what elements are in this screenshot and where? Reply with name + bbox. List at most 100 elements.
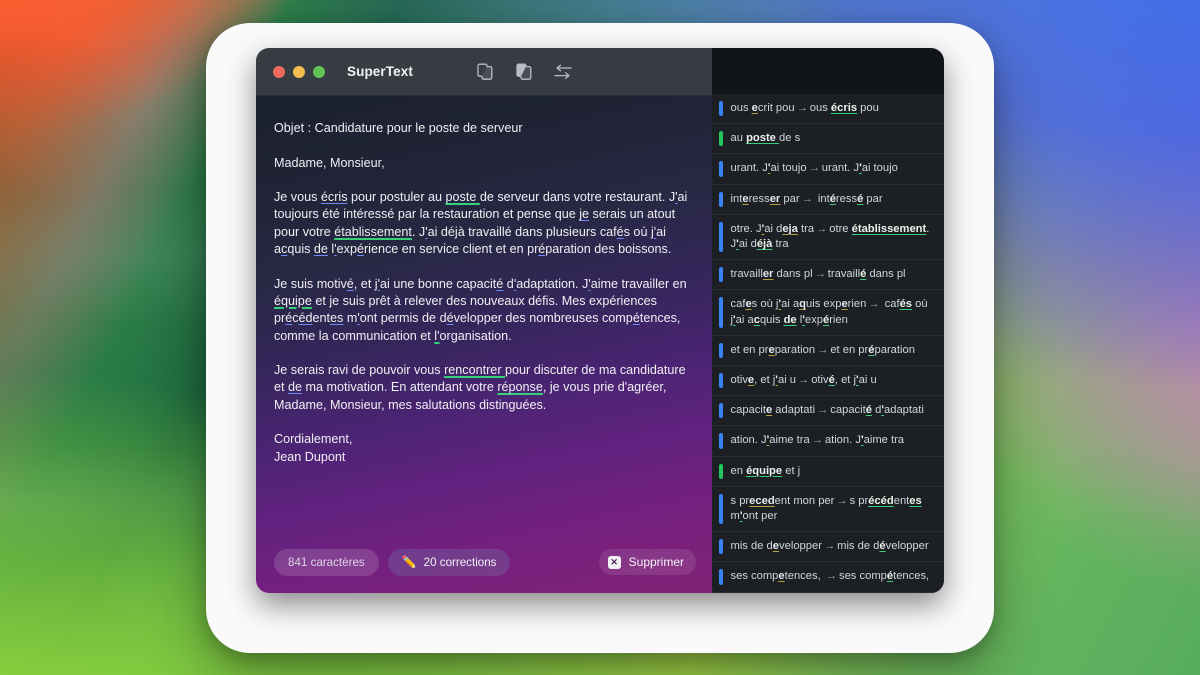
- swap-arrows-icon[interactable]: [552, 61, 574, 83]
- text-run: ma motivation. En attendant votre: [302, 380, 498, 395]
- text-run: rience en service client et en pr: [363, 242, 539, 257]
- correction-type-indicator: [719, 191, 723, 207]
- document-text[interactable]: Objet : Candidature pour le poste de ser…: [274, 120, 690, 466]
- delete-button[interactable]: ✕ Supprimer: [598, 549, 696, 575]
- context-text: capacit: [730, 404, 766, 417]
- window-titlebar[interactable]: SuperText: [256, 48, 712, 96]
- text-run: organisation.: [439, 328, 512, 343]
- context-text: au: [730, 132, 747, 145]
- correction-mark[interactable]: de: [314, 242, 328, 256]
- correction-row[interactable]: en équipe et j: [712, 456, 944, 487]
- char-count-badge: 841 caractères: [274, 548, 379, 576]
- corrections-count-label: 20 corrections: [423, 555, 497, 569]
- context-text: travaill: [730, 268, 763, 281]
- correction-mark[interactable]: réponse: [497, 380, 543, 394]
- correction-row[interactable]: au poste de s: [712, 124, 944, 155]
- correction-mark[interactable]: é: [633, 311, 640, 325]
- correction-mark[interactable]: je: [579, 207, 589, 221]
- arrow-icon: →: [814, 268, 826, 281]
- supertext-window: SuperText Objet: Candidature pour le po…: [256, 48, 944, 593]
- arrow-icon: →: [796, 102, 808, 114]
- text-run: pour postuler au: [347, 190, 446, 205]
- correction-type-indicator: [719, 267, 723, 283]
- context-text: adaptati: [884, 404, 924, 417]
- text-run: Cordialement,: [274, 432, 353, 447]
- context-text: velopper: [885, 540, 929, 553]
- context-text: caf: [881, 298, 900, 311]
- context-text: ai d: [764, 222, 783, 235]
- correction-row[interactable]: mis de developper → mis de développer: [712, 532, 944, 563]
- arrow-icon: →: [823, 540, 836, 553]
- context-text: crit pou: [757, 102, 795, 114]
- copy-corrected-icon[interactable]: [513, 61, 535, 83]
- context-text: aime tra: [769, 434, 810, 447]
- correction-mark[interactable]: é: [447, 311, 454, 325]
- correction-row[interactable]: s precedent mon per → s précédentes m'ont …: [712, 486, 944, 533]
- correction-type-indicator: [719, 373, 723, 389]
- correction-mark[interactable]: rencontrer: [444, 363, 505, 377]
- context-text: ont per: [742, 510, 778, 523]
- correction-text: au poste de s: [731, 131, 801, 146]
- correction-mark[interactable]: poste: [446, 190, 480, 204]
- correction-row[interactable]: ous ecrit pou → ous écris pou: [712, 94, 944, 125]
- correction-mark[interactable]: é: [347, 277, 354, 291]
- context-text: urant. J: [730, 162, 768, 175]
- correction-mark[interactable]: écris: [321, 190, 348, 204]
- titlebar-actions: [474, 48, 574, 96]
- context-text: s pr: [730, 494, 750, 507]
- text-run: Je vous: [274, 190, 321, 205]
- context-text: par: [863, 192, 883, 205]
- correction-row[interactable]: capacite adaptati → capacité d'adaptati: [712, 396, 944, 427]
- context-text: m: [730, 510, 740, 523]
- context-text: rien: [847, 298, 867, 311]
- context-text: , et j: [754, 374, 776, 387]
- context-text: mis de d: [837, 540, 880, 553]
- correction-row[interactable]: et en preparation → et en préparation: [712, 335, 944, 367]
- context-text: , et j: [834, 374, 856, 387]
- correction-mark[interactable]: équipe: [274, 294, 312, 308]
- context-text: adaptati: [772, 404, 816, 417]
- correction-row[interactable]: ation. J'aime tra → ation. J'aime tra: [712, 426, 944, 457]
- text-run: pr: [274, 311, 286, 326]
- correction-text: s precedent mon per → s précédentes m'ont …: [731, 494, 935, 524]
- close-button[interactable]: [273, 65, 285, 78]
- maximize-button[interactable]: [313, 65, 325, 78]
- original-word: ec: [749, 494, 762, 507]
- correction-type-indicator: [719, 463, 723, 479]
- correction-row[interactable]: otre. J'ai deja tra → otre établissement. …: [712, 214, 944, 261]
- corrected-word: établissement: [851, 222, 927, 235]
- minimize-button[interactable]: [293, 65, 305, 78]
- original-word: eja: [782, 222, 798, 235]
- correction-mark[interactable]: éd: [299, 311, 313, 325]
- context-text: ai a: [735, 313, 754, 326]
- context-text: paration: [874, 343, 915, 356]
- correction-type-indicator: [719, 569, 723, 585]
- correction-row[interactable]: cafes où j'ai aquis experien → cafés où j…: [712, 290, 944, 336]
- correction-mark[interactable]: es: [330, 311, 343, 325]
- context-text: ous: [730, 102, 752, 114]
- context-text: ai toujo: [770, 162, 807, 175]
- text-editor-area[interactable]: Objet : Candidature pour le poste de ser…: [256, 96, 712, 593]
- corrections-list[interactable]: ous ecrit pou → ous écris pou au poste de …: [712, 94, 944, 593]
- correction-row[interactable]: interesser par → intéressé par: [712, 184, 944, 215]
- correction-mark[interactable]: de: [288, 380, 302, 394]
- arrow-icon: →: [816, 222, 828, 235]
- copy-original-icon[interactable]: [474, 61, 496, 83]
- correction-mark[interactable]: é: [617, 225, 624, 239]
- correction-mark[interactable]: établissement: [334, 225, 412, 239]
- pencil-icon: ✏️: [401, 555, 417, 569]
- correction-mark[interactable]: é: [357, 242, 364, 256]
- corrections-count-badge[interactable]: ✏️ 20 corrections: [387, 548, 511, 576]
- text-run: paration des boissons.: [545, 242, 672, 257]
- correction-row[interactable]: otive, et j'ai u → otivé, et j'ai u: [712, 366, 944, 397]
- correction-row[interactable]: travailler dans pl → travaillé dans pl: [712, 260, 944, 291]
- text-run: ne bonne capacit: [400, 276, 497, 291]
- correction-row[interactable]: ses competences, → ses compétences,: [712, 562, 944, 593]
- text-run: quis: [287, 242, 314, 257]
- correction-row[interactable]: urant. J'ai toujo → urant. J'ai toujo: [712, 154, 944, 185]
- text-run: ai déjà travaillé dans plusieurs caf: [427, 224, 617, 239]
- text-run: m: [343, 311, 358, 326]
- document-paragraph: Je vous écris pour postuler au poste de …: [274, 189, 690, 258]
- context-text: dans pl: [773, 268, 813, 281]
- context-text: et en pr: [830, 343, 869, 356]
